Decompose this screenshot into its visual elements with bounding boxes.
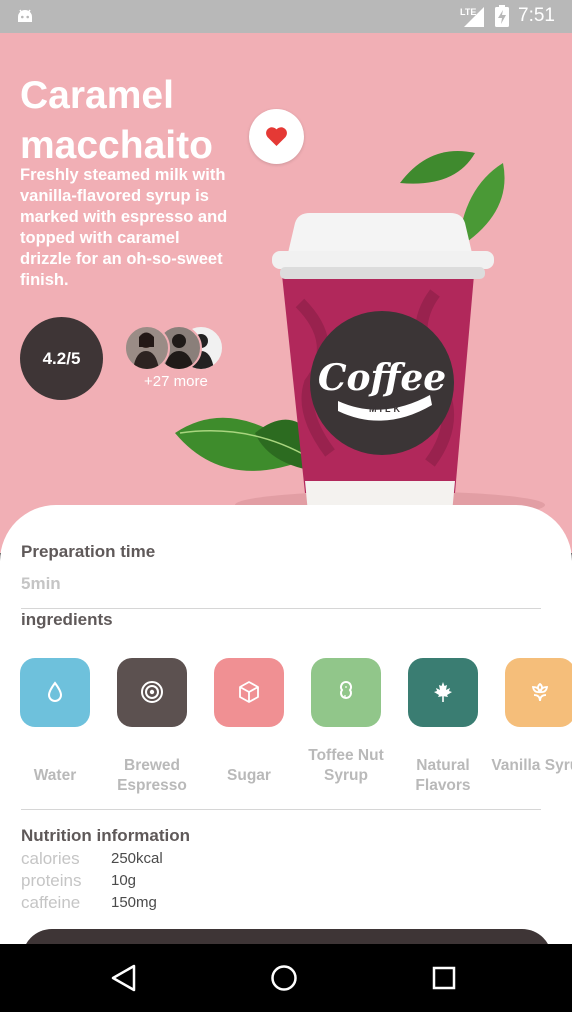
ingredient-tile xyxy=(505,658,572,727)
ingredient-water[interactable]: Water xyxy=(20,658,90,784)
cup-logo-subtext: MILK xyxy=(369,404,403,414)
ingredient-tile xyxy=(117,658,187,727)
water-drop-icon xyxy=(47,681,63,702)
coffee-cup-image: Coffee MILK xyxy=(175,151,545,519)
cup-logo-text: Coffee xyxy=(318,357,446,399)
ingredient-name: Brewed Espresso xyxy=(117,757,187,794)
nutrition-row-caffeine: caffeine 150mg xyxy=(21,893,321,915)
cube-icon xyxy=(239,681,259,703)
details-sheet: Preparation time 5min ingredients Water … xyxy=(0,505,572,945)
ingredient-name: Vanilla Syrup xyxy=(491,757,572,774)
preparation-time-label: Preparation time xyxy=(21,542,156,561)
nutrition-row-calories: calories 250kcal xyxy=(21,849,321,871)
signal-icon xyxy=(464,7,484,27)
divider xyxy=(21,608,541,609)
ingredient-tile xyxy=(214,658,284,727)
ingredient-name: Water xyxy=(33,767,77,784)
nutrition-key: caffeine xyxy=(21,893,81,912)
nutrition-value: 150mg xyxy=(111,894,157,911)
ingredient-tile xyxy=(408,658,478,727)
maple-leaf-icon xyxy=(434,682,452,702)
order-button[interactable] xyxy=(22,929,552,945)
nutrition-value: 10g xyxy=(111,872,137,889)
ingredient-sugar[interactable]: Sugar xyxy=(214,658,284,784)
nutrition-key: calories xyxy=(21,849,80,868)
navigation-bar xyxy=(0,944,572,1012)
ingredient-name: Natural Flavors xyxy=(415,757,471,794)
nutrition-key: proteins xyxy=(21,871,82,890)
flower-icon xyxy=(531,682,549,702)
nutrition-row-proteins: proteins 10g xyxy=(21,871,321,893)
ingredient-vanilla-syrup[interactable]: Vanilla Syrup xyxy=(491,658,572,774)
ingredient-brewed-espresso[interactable]: Brewed Espresso xyxy=(117,658,187,794)
status-bar: LTE 7:51 xyxy=(0,0,572,33)
home-button[interactable] xyxy=(270,964,298,992)
nutrition-label: Nutrition information xyxy=(21,826,191,845)
ingredient-toffee-nut-syrup[interactable]: Toffee Nut Syrup xyxy=(308,658,384,784)
divider xyxy=(21,809,541,810)
nutrition-value: 250kcal xyxy=(111,850,163,867)
ingredient-name: Sugar xyxy=(227,767,271,784)
ingredient-name: Toffee Nut Syrup xyxy=(308,747,384,784)
target-icon xyxy=(141,681,163,703)
battery-charging-icon xyxy=(495,5,509,27)
recents-button[interactable] xyxy=(432,966,456,990)
clock: 7:51 xyxy=(518,5,555,26)
ingredient-natural-flavors[interactable]: Natural Flavors xyxy=(408,658,478,794)
product-hero: Caramel macchaito Freshly steamed milk w… xyxy=(0,33,572,553)
peanut-icon xyxy=(340,680,352,699)
product-title-line-1: Caramel xyxy=(20,74,174,117)
ingredient-tile xyxy=(20,658,90,727)
ingredients-label: ingredients xyxy=(21,610,113,629)
rating-badge: 4.2/5 xyxy=(20,317,103,400)
back-button[interactable] xyxy=(111,964,137,992)
android-icon xyxy=(18,9,32,22)
ingredient-tile xyxy=(311,658,381,727)
preparation-time-value: 5min xyxy=(21,574,61,593)
